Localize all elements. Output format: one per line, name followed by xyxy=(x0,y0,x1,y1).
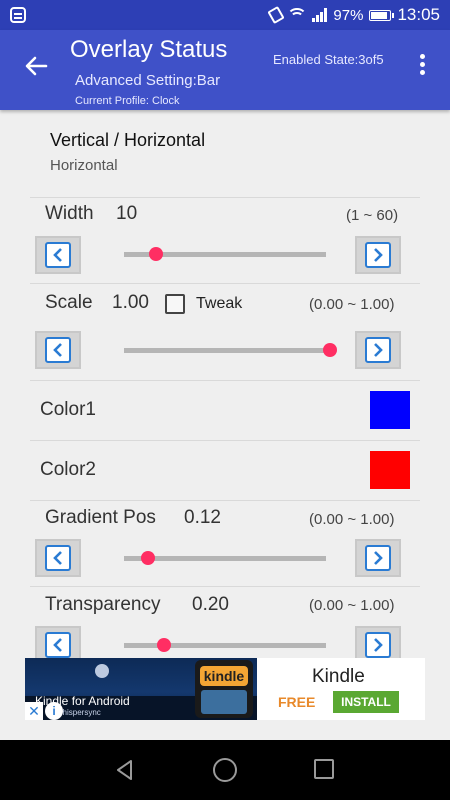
chevron-right-icon xyxy=(365,545,391,571)
orientation-label: Vertical / Horizontal xyxy=(50,130,206,150)
chevron-right-icon xyxy=(365,242,391,268)
ad-install-button[interactable]: INSTALL xyxy=(333,691,399,713)
width-slider-thumb[interactable] xyxy=(149,247,164,261)
ad-image[interactable]: Kindle for Android Whispersync kindle ✕ … xyxy=(25,658,257,720)
arrow-back-icon[interactable] xyxy=(22,52,50,80)
scale-label: Scale xyxy=(45,292,93,313)
gradient-slider[interactable] xyxy=(124,551,326,565)
orientation-setting[interactable]: Vertical / Horizontal Horizontal xyxy=(30,118,420,194)
more-vert-icon[interactable] xyxy=(414,54,430,78)
color2-row[interactable]: Color2 xyxy=(30,441,420,499)
navigation-bar xyxy=(0,740,450,800)
scale-slider-thumb[interactable] xyxy=(323,343,337,357)
gradient-decrease-button[interactable] xyxy=(35,539,81,577)
width-value: 10 xyxy=(116,203,138,224)
close-icon[interactable]: ✕ xyxy=(25,702,43,720)
signal-icon xyxy=(312,8,328,22)
reader-illustration xyxy=(201,690,247,714)
width-label: Width xyxy=(45,203,94,224)
divider xyxy=(30,500,420,501)
ad-app-name: Kindle xyxy=(312,666,365,687)
ad-banner[interactable]: Kindle for Android Whispersync kindle ✕ … xyxy=(25,658,425,720)
status-bar: 97% 13:05 xyxy=(0,0,450,30)
app-bar: Overlay Status Advanced Setting:Bar Curr… xyxy=(0,30,450,110)
gradient-range: (0.00 ~ 1.00) xyxy=(309,511,395,528)
color2-swatch[interactable] xyxy=(370,451,410,489)
kindle-app-icon: kindle xyxy=(195,660,253,718)
transparency-range: (0.00 ~ 1.00) xyxy=(309,597,395,614)
info-icon[interactable]: i xyxy=(45,702,63,720)
battery-percent: 97% xyxy=(333,6,364,24)
divider xyxy=(30,283,420,284)
gradient-label: Gradient Pos xyxy=(45,507,156,528)
nav-back-icon[interactable] xyxy=(113,758,137,782)
chevron-left-icon xyxy=(45,242,71,268)
scale-range: (0.00 ~ 1.00) xyxy=(309,296,395,313)
width-decrease-button[interactable] xyxy=(35,236,81,274)
wifi-icon xyxy=(287,8,308,22)
transparency-value: 0.20 xyxy=(192,594,229,615)
vibrate-icon xyxy=(267,5,286,25)
tweak-label: Tweak xyxy=(196,295,243,312)
gradient-increase-button[interactable] xyxy=(355,539,401,577)
divider xyxy=(30,197,420,198)
ad-price: FREE xyxy=(278,694,316,710)
page-subtitle: Advanced Setting:Bar xyxy=(75,72,221,89)
color1-row[interactable]: Color1 xyxy=(30,381,420,439)
divider xyxy=(30,586,420,587)
scale-decrease-button[interactable] xyxy=(35,331,81,369)
current-profile: Current Profile: Clock xyxy=(75,95,180,107)
transparency-label: Transparency xyxy=(45,594,161,615)
color1-swatch[interactable] xyxy=(370,391,410,429)
transparency-slider-thumb[interactable] xyxy=(157,638,172,652)
clock: 13:05 xyxy=(397,5,440,24)
gradient-slider-thumb[interactable] xyxy=(141,551,156,565)
transparency-slider[interactable] xyxy=(124,638,326,652)
chevron-right-icon xyxy=(365,632,391,658)
nav-recents-icon[interactable] xyxy=(314,759,334,779)
width-slider[interactable] xyxy=(124,247,326,261)
tweak-checkbox[interactable] xyxy=(165,294,185,314)
color1-label: Color1 xyxy=(40,399,96,420)
moon-icon xyxy=(95,664,109,678)
gradient-value: 0.12 xyxy=(184,507,221,528)
orientation-value: Horizontal xyxy=(50,157,118,174)
kindle-brand-badge: kindle xyxy=(200,666,248,686)
width-increase-button[interactable] xyxy=(355,236,401,274)
notification-icon xyxy=(10,7,26,23)
scale-value: 1.00 xyxy=(112,292,149,313)
chevron-right-icon xyxy=(365,337,391,363)
color2-label: Color2 xyxy=(40,459,96,480)
status-icons: 97% 13:05 xyxy=(267,4,440,26)
enabled-state: Enabled State:3of5 xyxy=(273,52,384,67)
nav-home-icon[interactable] xyxy=(213,758,237,782)
scale-slider[interactable] xyxy=(124,343,337,357)
chevron-left-icon xyxy=(45,337,71,363)
chevron-left-icon xyxy=(45,632,71,658)
page-title: Overlay Status xyxy=(70,36,228,63)
width-range: (1 ~ 60) xyxy=(346,207,399,224)
battery-icon xyxy=(369,9,395,21)
scale-increase-button[interactable] xyxy=(355,331,401,369)
chevron-left-icon xyxy=(45,545,71,571)
